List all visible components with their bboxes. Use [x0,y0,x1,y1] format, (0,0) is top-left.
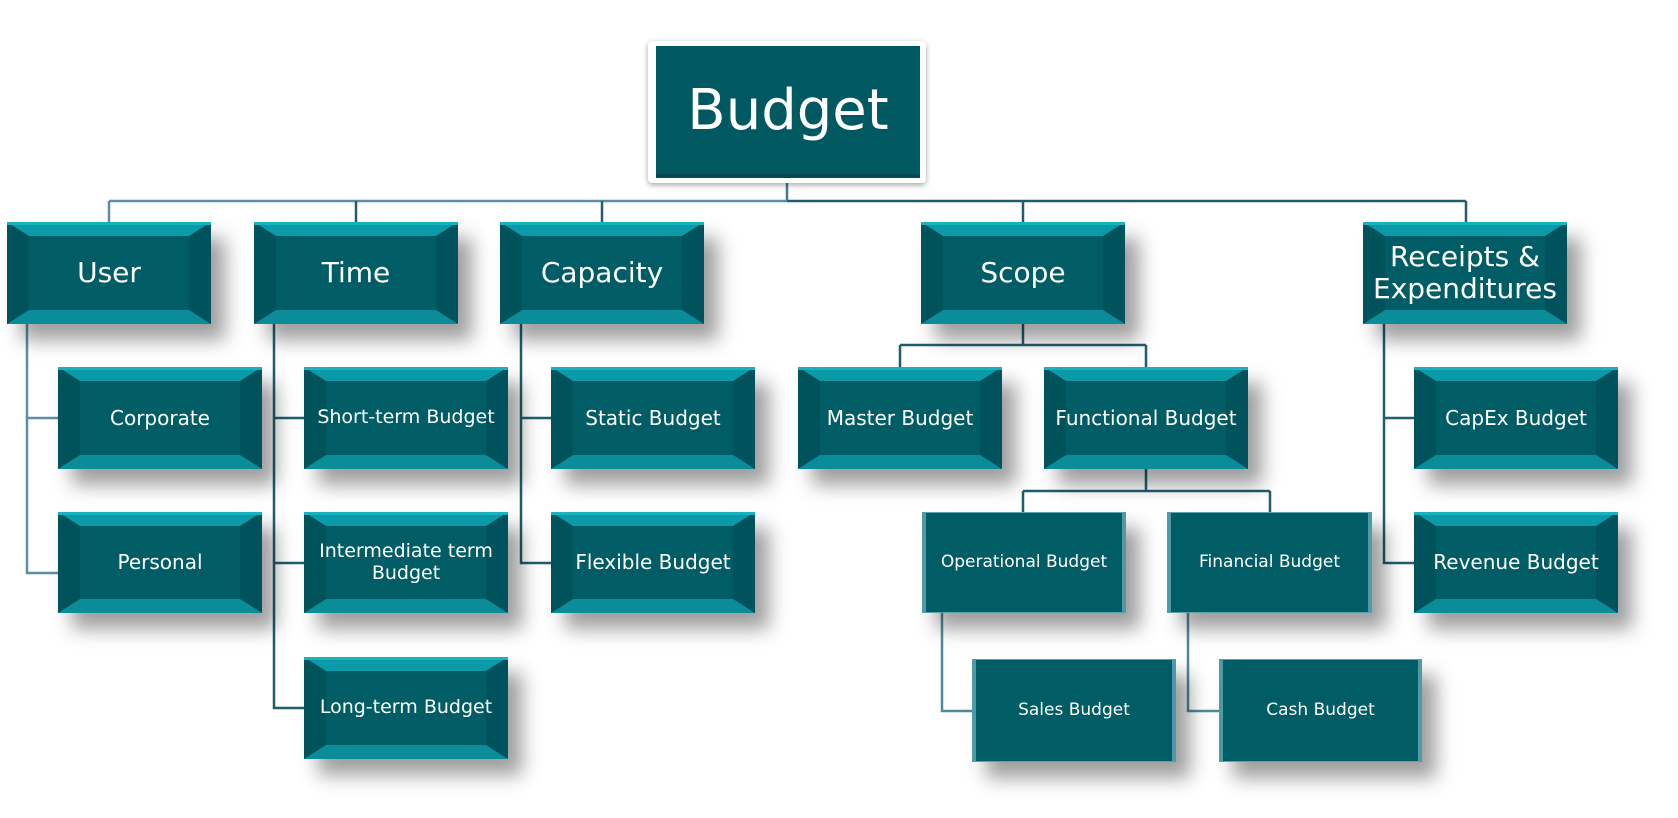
node-label: Operational Budget [940,551,1108,572]
node-label: Short-term Budget [317,406,495,429]
node-personal: Personal [58,512,262,613]
node-functional-budget: Functional Budget [1044,367,1248,469]
node-label: Receipts & Expenditures [1373,239,1557,305]
node-label: Financial Budget [1199,551,1340,572]
connector-financial-cash [1186,613,1219,713]
node-label: User [77,255,141,289]
node-label: Revenue Budget [1433,550,1599,574]
node-sales-budget: Sales Budget [972,659,1176,762]
node-label: Scope [980,255,1066,289]
node-label: Intermediate term Budget [319,539,493,584]
node-master-budget: Master Budget [798,367,1002,469]
node-long-term-budget: Long-term Budget [304,657,508,759]
node-label: Capacity [540,255,664,289]
connector-receipts-children [1382,324,1414,565]
node-label: Functional Budget [1055,405,1237,430]
node-static-budget: Static Budget [551,367,755,469]
node-capacity: Capacity [500,222,704,324]
node-label: Static Budget [585,405,721,430]
connector-user-children [25,324,58,575]
connector-operational-sales [940,613,972,713]
node-label: Sales Budget [1018,699,1130,720]
node-flexible-budget: Flexible Budget [551,512,755,613]
node-label: Master Budget [826,405,974,430]
node-label: Flexible Budget [575,550,731,574]
node-capex-budget: CapEx Budget [1414,367,1618,469]
node-label: Personal [117,550,203,574]
node-corporate: Corporate [58,367,262,469]
node-intermediate-term-budget: Intermediate term Budget [304,512,508,613]
node-label: CapEx Budget [1445,405,1587,430]
connector-functional-children [1021,469,1272,512]
connector-capacity-children [519,324,551,565]
node-short-term-budget: Short-term Budget [304,367,508,469]
node-financial-budget: Financial Budget [1167,512,1372,613]
node-time: Time [254,222,458,324]
connector-scope-children [898,324,1148,367]
node-revenue-budget: Revenue Budget [1414,512,1618,613]
node-label: Corporate [110,405,210,430]
node-operational-budget: Operational Budget [922,512,1126,613]
node-label: Time [321,255,391,289]
node-receipts-expenditures: Receipts & Expenditures [1363,222,1567,324]
connector-time-children [272,324,304,710]
node-label: Long-term Budget [319,696,493,719]
node-label: Cash Budget [1266,699,1375,720]
root-node-budget: Budget [656,46,920,178]
root-node-label: Budget [687,77,889,143]
node-user: User [7,222,211,324]
node-scope: Scope [921,222,1125,324]
node-cash-budget: Cash Budget [1219,659,1422,762]
